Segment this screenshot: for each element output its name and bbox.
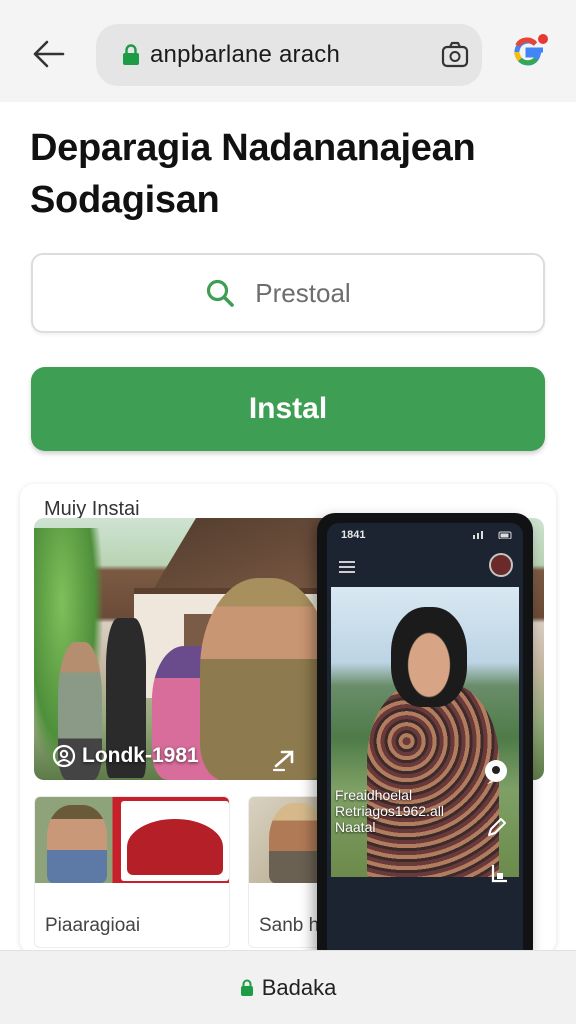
person-head — [391, 607, 467, 707]
pencil-icon[interactable] — [485, 815, 509, 839]
thumbnail-image — [35, 797, 229, 883]
search-input[interactable]: Prestoal — [31, 253, 545, 333]
search-placeholder: Prestoal — [255, 277, 351, 308]
phone-mockup: 1841 Freaidhoelal Retriagos1962.all Naat… — [317, 513, 533, 953]
location-icon — [52, 744, 76, 768]
camera-button[interactable] — [438, 38, 472, 72]
thumbnail-card[interactable]: Piaaragioai — [34, 796, 230, 948]
person-figure — [367, 683, 499, 877]
lock-icon — [240, 979, 253, 996]
phone-caption: Freaidhoelal Retriagos1962.all Naatal — [335, 787, 444, 835]
address-bar[interactable]: anpbarlane arach — [96, 24, 482, 86]
menu-icon[interactable] — [339, 561, 355, 573]
phone-caption-line: Freaidhoelal — [335, 787, 413, 803]
arrow-left-icon — [33, 40, 65, 68]
phone-screen: 1841 Freaidhoelal Retriagos1962.all Naat… — [327, 523, 523, 953]
phone-caption-line: Retriagos1962.all — [335, 803, 444, 819]
thumbnail-label: Piaaragioai — [45, 915, 141, 936]
search-icon — [207, 279, 235, 307]
profile-icon[interactable] — [489, 863, 509, 885]
status-icons — [473, 531, 512, 539]
page-title: Deparagia Nadananajean Sodagisan — [30, 127, 476, 221]
phone-time: 1841 — [341, 529, 366, 541]
browser-toolbar: anpbarlane arach — [0, 0, 576, 102]
lock-icon — [123, 44, 139, 65]
phone-caption-line: Naatal — [335, 819, 376, 835]
person-figure — [200, 578, 330, 780]
sign-board — [121, 801, 229, 881]
person-figure — [47, 805, 107, 883]
share-icon[interactable] — [270, 744, 300, 774]
hero-caption: Londk-1981 — [52, 744, 199, 768]
bottom-bar-label: Badaka — [261, 974, 337, 1000]
bottom-bar[interactable]: Badaka — [0, 950, 576, 1024]
avatar[interactable] — [489, 553, 513, 577]
back-button[interactable] — [24, 30, 72, 78]
hero-caption-text: Londk-1981 — [82, 744, 199, 767]
location-pin-icon[interactable] — [483, 759, 509, 785]
camera-icon — [441, 41, 469, 68]
url-text: anpbarlane arach — [150, 41, 341, 68]
profile-button[interactable] — [508, 32, 550, 74]
notification-dot — [536, 32, 550, 46]
install-button[interactable]: Instal — [31, 367, 545, 451]
